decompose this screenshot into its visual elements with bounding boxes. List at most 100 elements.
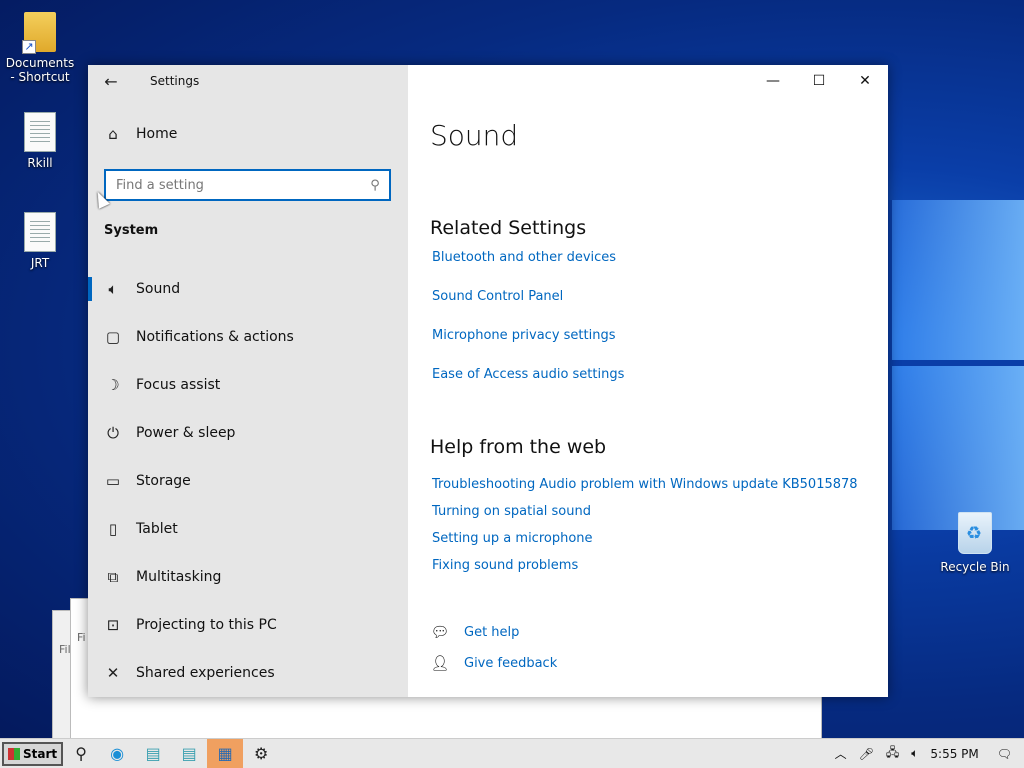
link-microphone-privacy[interactable]: Microphone privacy settings — [432, 328, 616, 343]
sidebar-nav: 🔈︎ Sound ▢ Notifications & actions ☽ Foc… — [88, 265, 408, 697]
taskbar-edge-button[interactable]: ◉ — [99, 739, 135, 768]
action-center-icon: 🗨︎ — [996, 746, 1012, 761]
search-icon: ⚲ — [75, 744, 87, 763]
back-button[interactable]: ← — [88, 65, 134, 97]
storage-icon: ▭ — [105, 472, 121, 490]
action-center-button[interactable]: 🗨︎ — [985, 747, 1024, 761]
section-heading: System — [104, 223, 159, 238]
sidebar-item-notifications[interactable]: ▢ Notifications & actions — [88, 313, 408, 361]
edge-browser-icon: ◉ — [110, 744, 125, 763]
minimize-button[interactable]: — — [750, 65, 796, 97]
home-icon: ⌂ — [108, 125, 118, 143]
microphone-icon: 🎤︎ — [858, 746, 874, 761]
minimize-icon: — — [766, 73, 780, 89]
link-fix-sound[interactable]: Fixing sound problems — [432, 558, 578, 573]
help-web-heading: Help from the web — [430, 436, 607, 458]
link-spatial-sound[interactable]: Turning on spatial sound — [432, 504, 591, 519]
power-icon: ⏻ — [107, 424, 119, 442]
link-troubleshoot-audio[interactable]: Troubleshooting Audio problem with Windo… — [432, 477, 858, 492]
share-icon: ✕ — [106, 664, 120, 682]
give-feedback-link[interactable]: 👤︎ Give feedback — [430, 654, 557, 672]
multitasking-icon: ⧉ — [107, 568, 119, 586]
taskbar: Start ⚲ ◉ ▤ ▤ ▦ ⚙ ︿ 🎤︎ 🖧 🔈︎ 5:55 PM 🗨︎ — [0, 738, 1024, 768]
desktop-icon-label: Documents - Shortcut — [5, 56, 75, 84]
speaker-icon: 🔈︎ — [108, 280, 118, 298]
get-help-link[interactable]: 💬︎ Get help — [430, 623, 519, 641]
maximize-icon: ☐ — [812, 73, 826, 89]
moon-icon: ☽ — [106, 376, 120, 394]
sidebar-item-projecting[interactable]: ⊡ Projecting to this PC — [88, 601, 408, 649]
feedback-person-icon: 👤︎ — [430, 654, 450, 672]
microphone-tray-button[interactable]: 🎤︎ — [853, 747, 880, 761]
give-feedback-label: Give feedback — [464, 655, 558, 671]
sidebar-item-tablet[interactable]: ▯ Tablet — [88, 505, 408, 553]
notepad-icon: ▤ — [145, 744, 161, 763]
link-ease-of-access-audio[interactable]: Ease of Access audio settings — [432, 367, 624, 382]
taskbar-search-button[interactable]: ⚲ — [63, 739, 99, 768]
sidebar-item-label: Projecting to this PC — [136, 617, 277, 633]
search-input[interactable] — [116, 177, 361, 193]
title-bar: ← Settings — [88, 65, 199, 97]
close-button[interactable]: ✕ — [842, 65, 888, 97]
help-chat-icon: 💬︎ — [430, 623, 450, 641]
link-bluetooth-devices[interactable]: Bluetooth and other devices — [432, 250, 616, 265]
sidebar-item-label: Power & sleep — [136, 425, 236, 441]
home-label: Home — [136, 126, 178, 142]
start-label: Start — [23, 746, 58, 761]
desktop-icon-rkill[interactable]: Rkill — [2, 112, 78, 170]
tablet-icon: ▯ — [108, 520, 118, 538]
start-button[interactable]: Start — [2, 741, 64, 766]
document-icon — [24, 112, 56, 152]
desktop-icon-label: JRT — [30, 256, 50, 270]
sidebar-item-label: Tablet — [136, 521, 178, 537]
notepad-icon: ▤ — [181, 744, 197, 763]
search-icon: ⚲ — [370, 177, 380, 193]
chevron-up-icon: ︿ — [834, 747, 847, 761]
projector-icon: ⊡ — [106, 616, 120, 634]
taskbar-notepad-button[interactable]: ▤ — [135, 739, 171, 768]
network-icon: 🖧 — [885, 745, 900, 759]
volume-tray-button[interactable]: 🔈︎ — [905, 746, 924, 761]
wallpaper-window-logo — [888, 200, 1024, 530]
sidebar-item-sound[interactable]: 🔈︎ Sound — [88, 265, 408, 313]
close-icon: ✕ — [859, 73, 871, 89]
system-tray: ︿ 🎤︎ 🖧 🔈︎ 5:55 PM 🗨︎ — [829, 743, 1024, 764]
search-box[interactable]: ⚲ — [104, 169, 391, 201]
start-logo-icon — [8, 747, 20, 760]
notification-icon: ▢ — [105, 328, 121, 346]
link-setup-microphone[interactable]: Setting up a microphone — [432, 531, 593, 546]
sidebar-item-label: Focus assist — [136, 377, 221, 393]
clock[interactable]: 5:55 PM — [924, 747, 984, 761]
sidebar-item-label: Storage — [136, 473, 191, 489]
page-title: Sound — [430, 119, 519, 152]
sidebar-item-power-sleep[interactable]: ⏻ Power & sleep — [88, 409, 408, 457]
network-tray-button[interactable]: 🖧 — [880, 743, 905, 764]
app-icon: ▦ — [217, 744, 233, 763]
sidebar-item-storage[interactable]: ▭ Storage — [88, 457, 408, 505]
home-link[interactable]: ⌂ Home — [104, 125, 177, 143]
sidebar-item-shared-experiences[interactable]: ✕ Shared experiences — [88, 649, 408, 697]
show-hidden-icons-button[interactable]: ︿ — [829, 745, 853, 762]
desktop-icon-label: Recycle Bin — [940, 560, 1010, 574]
sidebar-item-label: Multitasking — [136, 569, 222, 585]
background-window-fragment: Fil — [59, 643, 71, 656]
desktop-icon-jrt[interactable]: JRT — [2, 212, 78, 270]
taskbar-settings-button[interactable]: ⚙ — [243, 739, 279, 768]
settings-sidebar: ← Settings ⌂ Home ⚲ System 🔈︎ Sound ▢ No… — [88, 65, 408, 697]
desktop-icon-recycle-bin[interactable]: ♻ Recycle Bin — [940, 512, 1010, 574]
background-window-fragment: Fi — [77, 631, 86, 644]
get-help-label: Get help — [464, 624, 520, 640]
window-controls: — ☐ ✕ — [750, 65, 888, 97]
sidebar-item-label: Notifications & actions — [136, 329, 294, 345]
volume-icon: 🔈︎ — [911, 746, 919, 760]
gear-icon: ⚙ — [253, 744, 269, 763]
taskbar-notepad-button-2[interactable]: ▤ — [171, 739, 207, 768]
link-sound-control-panel[interactable]: Sound Control Panel — [432, 289, 563, 304]
sidebar-item-multitasking[interactable]: ⧉ Multitasking — [88, 553, 408, 601]
arrow-left-icon: ← — [104, 71, 118, 91]
taskbar-app-button-active[interactable]: ▦ — [207, 738, 244, 768]
desktop-icon-documents-shortcut[interactable]: Documents - Shortcut — [2, 12, 78, 84]
sidebar-item-label: Shared experiences — [136, 665, 275, 681]
sidebar-item-focus-assist[interactable]: ☽ Focus assist — [88, 361, 408, 409]
maximize-button[interactable]: ☐ — [796, 65, 842, 97]
